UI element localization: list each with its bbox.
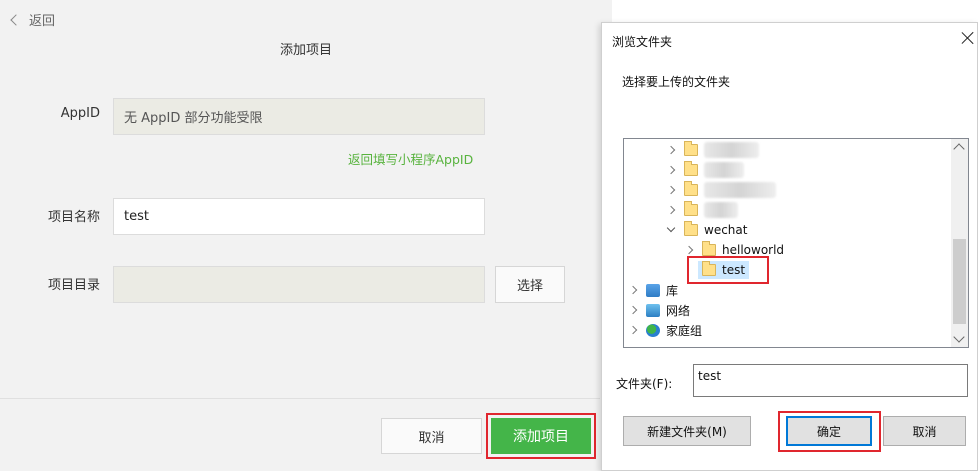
scroll-up-icon[interactable]	[953, 143, 965, 155]
project-dir-field	[113, 266, 485, 303]
tree-item-hidden-3[interactable]	[666, 181, 776, 199]
highlight-box-add	[486, 413, 596, 459]
new-project-panel: 返回 添加项目 AppID 无 AppID 部分功能受限 返回填写小程序AppI…	[0, 0, 612, 471]
fill-appid-link[interactable]: 返回填写小程序AppID	[348, 149, 473, 168]
scroll-down-icon[interactable]	[953, 331, 965, 343]
appid-field: 无 AppID 部分功能受限	[113, 98, 485, 135]
highlight-box-ok	[778, 411, 881, 452]
cancel-button[interactable]: 取消	[381, 418, 482, 454]
choose-dir-button[interactable]: 选择	[495, 266, 565, 303]
tree-item-hidden-4[interactable]	[666, 201, 738, 219]
browse-folder-dialog: 浏览文件夹 选择要上传的文件夹 wechat helloworld test 库…	[601, 22, 978, 471]
expand-icon	[666, 165, 676, 175]
tree-item-label: wechat	[704, 223, 748, 237]
network-icon	[646, 303, 660, 317]
project-name-label: 项目名称	[47, 210, 100, 225]
tree-item-label: 家庭组	[666, 323, 703, 338]
tree-item-hidden-1[interactable]	[666, 141, 759, 159]
appid-value: 无 AppID 部分功能受限	[124, 111, 263, 126]
page-title: 添加项目	[279, 43, 332, 58]
expand-icon	[628, 325, 638, 335]
folder-icon	[684, 221, 698, 236]
expand-icon	[666, 145, 676, 155]
close-icon[interactable]	[961, 31, 975, 45]
divider	[0, 398, 600, 399]
folder-icon	[684, 161, 698, 176]
folder-label: 文件夹(F):	[616, 377, 673, 391]
highlight-box-test	[687, 256, 769, 284]
blurred-name	[704, 142, 759, 158]
tree-item-wechat[interactable]: wechat	[666, 221, 748, 239]
tree-item-network[interactable]: 网络	[628, 301, 691, 319]
back-label: 返回	[29, 14, 56, 29]
folder-icon	[684, 201, 698, 216]
folder-input[interactable]: test	[693, 364, 968, 397]
expand-icon	[628, 285, 638, 295]
folder-icon	[684, 181, 698, 196]
tree-scrollbar[interactable]	[951, 139, 968, 347]
dialog-title: 浏览文件夹	[612, 35, 673, 49]
tree-item-label: 网络	[666, 303, 691, 318]
folder-tree[interactable]: wechat helloworld test 库 网络 家庭组	[623, 138, 969, 348]
project-name-value: test	[124, 209, 149, 224]
project-name-input[interactable]: test	[113, 198, 485, 235]
dialog-prompt: 选择要上传的文件夹	[622, 75, 731, 89]
appid-label: AppID	[60, 106, 100, 121]
blurred-name	[704, 162, 744, 178]
scroll-thumb[interactable]	[953, 239, 966, 324]
collapse-icon	[666, 223, 676, 233]
project-dir-label: 项目目录	[47, 278, 100, 293]
tree-item-homegroup[interactable]: 家庭组	[628, 321, 703, 339]
folder-icon	[702, 241, 716, 256]
tree-item-label: helloworld	[722, 243, 785, 257]
new-folder-button[interactable]: 新建文件夹(M)	[623, 416, 751, 446]
tree-item-library[interactable]: 库	[628, 281, 679, 299]
chevron-left-icon	[10, 13, 22, 26]
dialog-cancel-button[interactable]: 取消	[883, 416, 966, 446]
expand-icon	[628, 305, 638, 315]
folder-icon	[684, 141, 698, 156]
homegroup-icon	[646, 323, 660, 337]
library-icon	[646, 283, 660, 297]
expand-icon	[684, 245, 694, 255]
tree-item-label: 库	[666, 283, 679, 298]
expand-icon	[666, 205, 676, 215]
blurred-name	[704, 182, 776, 198]
blurred-name	[704, 202, 738, 218]
tree-item-hidden-2[interactable]	[666, 161, 744, 179]
expand-icon	[666, 185, 676, 195]
back-button[interactable]: 返回	[8, 10, 55, 29]
